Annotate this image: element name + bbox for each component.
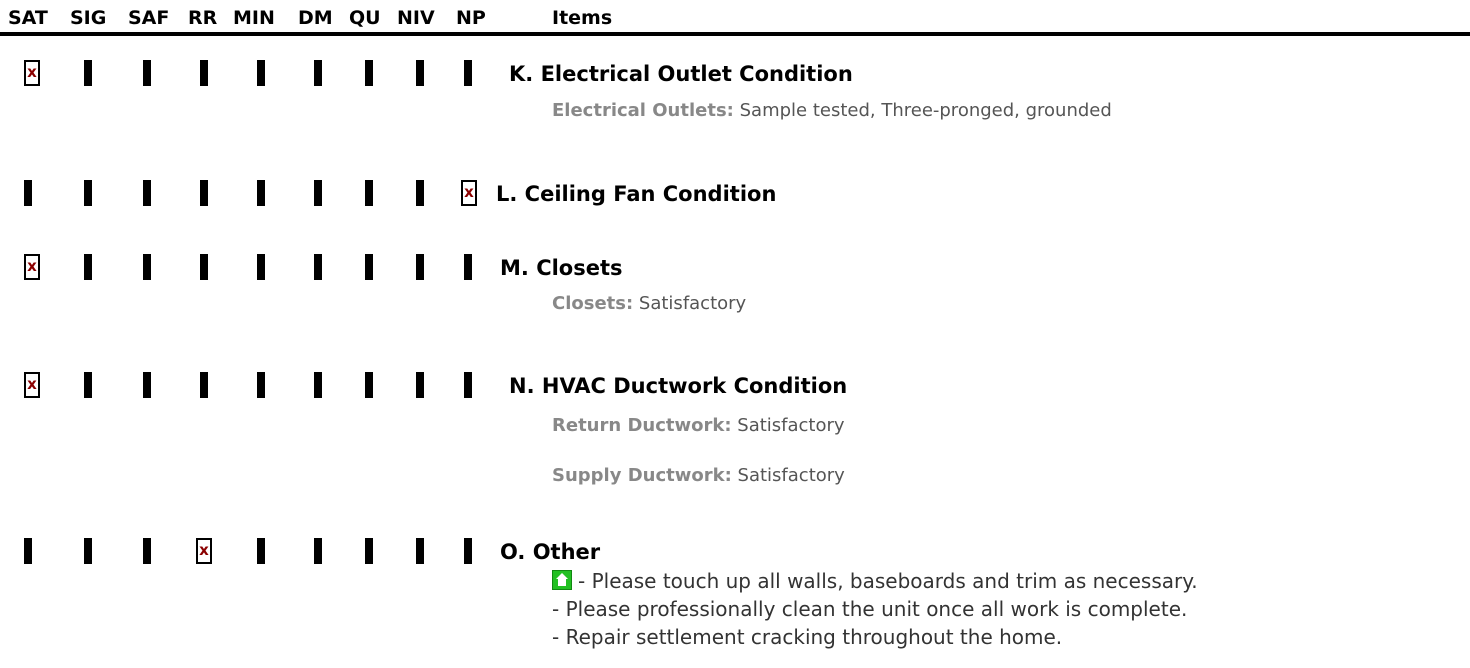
checkbox-saf[interactable] (143, 180, 151, 206)
checkbox-rr[interactable]: x (196, 538, 212, 564)
col-header-rr: RR (188, 7, 218, 29)
item-note: - Please touch up all walls, baseboards … (552, 568, 1198, 594)
checkbox-np[interactable]: x (461, 180, 477, 206)
table-header: SAT SIG SAF RR MIN DM QU NIV NP Items (0, 0, 1470, 36)
checkbox-qu[interactable] (365, 254, 373, 280)
checkbox-sat[interactable]: x (24, 372, 40, 398)
checkbox-saf[interactable] (143, 254, 151, 280)
item-title: K. Electrical Outlet Condition (509, 62, 853, 86)
item-title: O. Other (500, 540, 601, 564)
checkbox-sig[interactable] (84, 538, 92, 564)
checkbox-sig[interactable] (84, 60, 92, 86)
item-detail: Return Ductwork: Satisfactory (552, 415, 845, 436)
checkbox-np[interactable] (464, 254, 472, 280)
checkbox-min[interactable] (257, 254, 265, 280)
col-header-np: NP (456, 7, 486, 29)
checkbox-rr[interactable] (200, 180, 208, 206)
col-header-min: MIN (233, 7, 275, 29)
checkbox-sig[interactable] (84, 372, 92, 398)
checkbox-np[interactable] (464, 372, 472, 398)
checkbox-min[interactable] (257, 372, 265, 398)
checkbox-niv[interactable] (416, 254, 424, 280)
item-title: M. Closets (500, 256, 623, 280)
checkbox-sat[interactable] (24, 180, 32, 206)
checkbox-np[interactable] (464, 538, 472, 564)
checkbox-qu[interactable] (365, 538, 373, 564)
checkbox-niv[interactable] (416, 538, 424, 564)
col-header-sat: SAT (8, 7, 48, 29)
checkbox-dm[interactable] (314, 254, 322, 280)
checkbox-np[interactable] (464, 60, 472, 86)
home-icon[interactable] (552, 570, 572, 590)
checkbox-min[interactable] (257, 180, 265, 206)
checkbox-sat[interactable]: x (24, 254, 40, 280)
checkbox-niv[interactable] (416, 372, 424, 398)
item-detail: Electrical Outlets: Sample tested, Three… (552, 100, 1112, 121)
checkbox-sig[interactable] (84, 180, 92, 206)
col-header-items: Items (552, 7, 613, 29)
checkbox-qu[interactable] (365, 60, 373, 86)
checkbox-sig[interactable] (84, 254, 92, 280)
item-note: - Repair settlement cracking throughout … (552, 625, 1063, 649)
item-detail: Supply Ductwork: Satisfactory (552, 465, 845, 486)
checkbox-qu[interactable] (365, 180, 373, 206)
item-note: - Please professionally clean the unit o… (552, 597, 1188, 621)
item-title: L. Ceiling Fan Condition (496, 182, 777, 206)
checkbox-dm[interactable] (314, 372, 322, 398)
checkbox-qu[interactable] (365, 372, 373, 398)
checkbox-rr[interactable] (200, 372, 208, 398)
checkbox-min[interactable] (257, 60, 265, 86)
col-header-qu: QU (349, 7, 381, 29)
col-header-niv: NIV (397, 7, 435, 29)
checkbox-rr[interactable] (200, 254, 208, 280)
col-header-dm: DM (298, 7, 333, 29)
checkbox-dm[interactable] (314, 60, 322, 86)
item-title: N. HVAC Ductwork Condition (509, 374, 848, 398)
checkbox-min[interactable] (257, 538, 265, 564)
checkbox-niv[interactable] (416, 60, 424, 86)
checkbox-rr[interactable] (200, 60, 208, 86)
checkbox-saf[interactable] (143, 60, 151, 86)
checkbox-sat[interactable] (24, 538, 32, 564)
checkbox-niv[interactable] (416, 180, 424, 206)
item-detail: Closets: Satisfactory (552, 293, 747, 314)
checkbox-dm[interactable] (314, 180, 322, 206)
checkbox-sat[interactable]: x (24, 60, 40, 86)
checkbox-saf[interactable] (143, 372, 151, 398)
col-header-sig: SIG (70, 7, 107, 29)
checkbox-saf[interactable] (143, 538, 151, 564)
col-header-saf: SAF (128, 7, 170, 29)
checkbox-dm[interactable] (314, 538, 322, 564)
